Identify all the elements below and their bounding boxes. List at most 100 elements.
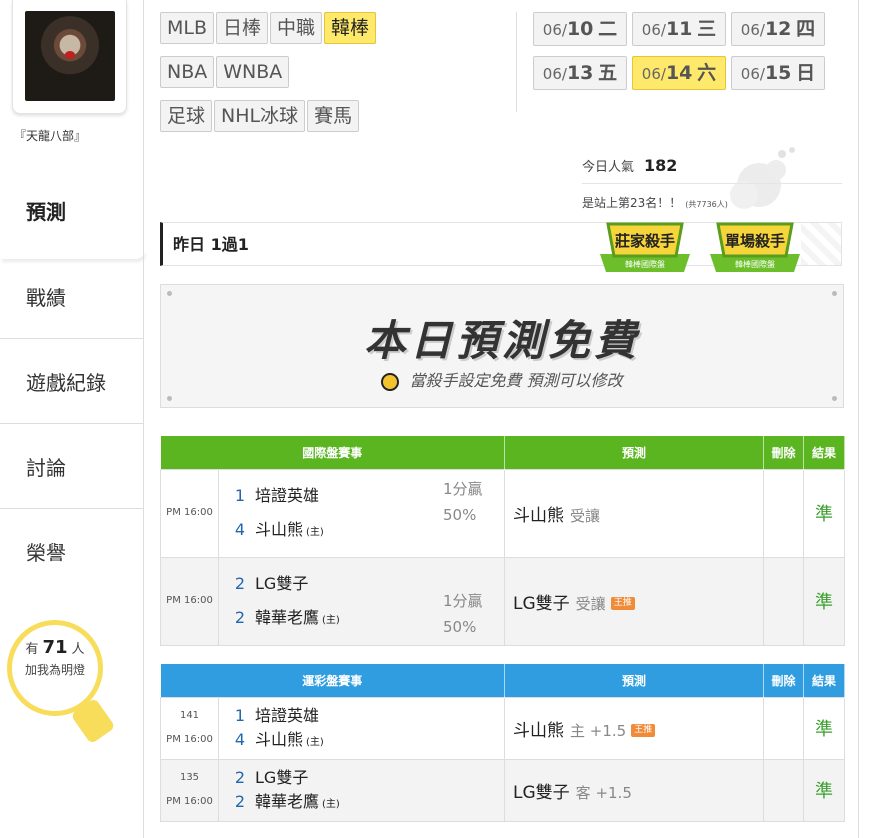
host-marker: (主): [322, 615, 340, 626]
delete-cell: [763, 696, 805, 760]
category-tab[interactable]: MLB: [160, 12, 215, 44]
delete-cell: [763, 556, 805, 646]
date-month: 06/: [740, 65, 765, 83]
badge-single-killer[interactable]: 單場殺手 韓棒國際盤: [704, 210, 806, 278]
category-tab[interactable]: 足球: [160, 100, 213, 132]
badge-title: 莊家殺手: [615, 232, 675, 250]
rank-text: 是站上第23名！！: [582, 196, 682, 210]
match-time: PM 16:00: [166, 734, 213, 745]
team-name[interactable]: 培證英雄: [255, 706, 319, 725]
date-month: 06/: [542, 65, 567, 83]
date-tab[interactable]: 06/13 五: [533, 56, 627, 90]
date-day: 11: [665, 18, 693, 40]
category-tab[interactable]: NHL冰球: [214, 100, 306, 132]
prediction-cell: 斗山熊主 +1.5 王推: [504, 696, 765, 760]
free-title: 本日預測免費: [363, 316, 640, 365]
delete-cell: [763, 468, 805, 558]
category-tab[interactable]: WNBA: [216, 56, 290, 88]
screw-icon: [167, 396, 172, 401]
date-weekday: 三: [697, 18, 717, 40]
date-weekday: 六: [697, 62, 717, 84]
result-cell: 準: [803, 556, 846, 646]
coin-icon: [381, 372, 400, 391]
result-cell: 準: [803, 696, 846, 760]
date-tab[interactable]: 06/12 四: [731, 12, 825, 46]
prediction-cell: LG雙子客 +1.5: [504, 758, 765, 822]
follow-lightbulb[interactable]: 有 71 人 加我為明燈: [7, 620, 116, 745]
king-pick-badge: 王推: [610, 597, 635, 610]
team-name[interactable]: 斗山熊: [255, 520, 303, 539]
badge-subtitle: 韓棒國際盤: [735, 259, 775, 269]
sidebar-nav: 預測 戰績 遊戲紀錄 討論 榮譽: [0, 168, 144, 593]
nav-item-record[interactable]: 戰績: [0, 253, 143, 338]
date-weekday: 二: [598, 18, 618, 40]
screw-icon: [832, 396, 837, 401]
avatar-card[interactable]: [12, 0, 127, 114]
spread-percent: 50%: [443, 617, 477, 636]
lottery-header-event: 運彩盤賽事: [160, 664, 506, 697]
category-tabs: MLB 日棒 中職 韓棒 NBA WNBA 足球 NHL冰球 賽馬: [160, 12, 450, 144]
host-marker: (主): [322, 799, 340, 810]
category-tab[interactable]: NBA: [160, 56, 215, 88]
team-name[interactable]: 斗山熊: [255, 730, 303, 749]
lottery-table: 運彩盤賽事 預測 刪除 結果 141 PM 16:00 1 培證英雄 4 斗山熊 (主) 斗山…: [160, 664, 846, 822]
host-marker: (主): [306, 737, 324, 748]
free-subtitle: 當殺手設定免費 預測可以修改: [409, 371, 623, 390]
nav-item-discussion[interactable]: 討論: [0, 423, 143, 508]
pick-team: 斗山熊: [513, 720, 565, 741]
team-name[interactable]: LG雙子: [255, 768, 308, 787]
pick-type: 受讓: [575, 594, 606, 613]
category-tab[interactable]: 賽馬: [307, 100, 360, 132]
nav-item-predict[interactable]: 預測: [0, 168, 144, 259]
screw-icon: [167, 291, 172, 296]
nav-item-honor[interactable]: 榮譽: [0, 508, 143, 593]
table-row: PM 16:00 1 培證英雄 4 斗山熊 (主) 1分贏 50% 斗山熊 受讓準: [160, 468, 846, 558]
badge-banker-killer[interactable]: 莊家殺手 韓棒國際盤: [594, 210, 696, 278]
divider: [582, 183, 842, 184]
match-teams: 1 培證英雄 4 斗山熊 (主) 1分贏 50%: [217, 468, 506, 558]
popularity-today: 今日人氣 182: [582, 156, 677, 175]
free-prediction-banner: 本日預測免費 當殺手設定免費 預測可以修改: [160, 284, 844, 408]
stripe-decoration: [801, 223, 841, 265]
category-tab[interactable]: 中職: [270, 12, 323, 44]
lottery-header-pick: 預測: [504, 664, 765, 697]
table-row: 135 PM 16:00 2 LG雙子 2 韓華老鷹 (主) LG雙子客 +1.5 準: [160, 758, 846, 822]
team-name[interactable]: 培證英雄: [255, 486, 319, 505]
category-tab[interactable]: 日棒: [216, 12, 269, 44]
sidebar: 『天龍八部』 預測 戰績 遊戲紀錄 討論 榮譽 有 71 人 加我為明燈: [0, 0, 144, 838]
date-tab[interactable]: 06/11 三: [632, 12, 726, 46]
date-tab[interactable]: 06/15 日: [731, 56, 825, 90]
match-time: PM 16:00: [160, 468, 219, 558]
avatar[interactable]: [25, 11, 115, 101]
match-id: 135: [179, 772, 200, 783]
team-score: 1: [234, 706, 246, 725]
team-score: 4: [234, 520, 246, 539]
team-name[interactable]: LG雙子: [255, 574, 308, 593]
king-pick-badge: 王推: [631, 724, 656, 737]
intl-header-delete: 刪除: [763, 436, 805, 469]
date-weekday: 日: [796, 62, 816, 84]
date-tab[interactable]: 06/14 六: [632, 56, 726, 90]
intl-table: 國際盤賽事 預測 刪除 結果 PM 16:00 1 培證英雄 4 斗山熊 (主) 1分贏 50…: [160, 436, 846, 646]
table-row: 141 PM 16:00 1 培證英雄 4 斗山熊 (主) 斗山熊主 +1.5 王推準: [160, 696, 846, 760]
free-subtitle-line: 當殺手設定免費 預測可以修改: [161, 367, 843, 391]
match-teams: 2 LG雙子 2 韓華老鷹 (主): [217, 758, 506, 822]
badge-title: 單場殺手: [725, 232, 785, 250]
team-name[interactable]: 韓華老鷹: [255, 608, 319, 627]
category-tab[interactable]: 韓棒: [324, 12, 377, 44]
intl-header-pick: 預測: [504, 436, 765, 469]
team-score: 2: [234, 768, 246, 787]
prediction-cell: LG雙子 受讓 王推: [504, 556, 765, 646]
team-name[interactable]: 韓華老鷹: [255, 792, 319, 811]
date-tab[interactable]: 06/10 二: [533, 12, 627, 46]
username[interactable]: 『天龍八部』: [0, 127, 100, 144]
spread-line: 1分贏: [443, 591, 483, 610]
popularity-value: 182: [644, 156, 678, 175]
match-id: 141: [179, 710, 200, 721]
nav-item-game-history[interactable]: 遊戲紀錄: [0, 338, 143, 423]
pick-type: 客 +1.5: [575, 783, 632, 802]
date-day: 12: [764, 18, 792, 40]
match-teams: 2 LG雙子 2 韓華老鷹 (主) 1分贏 50%: [217, 556, 506, 646]
date-month: 06/: [740, 21, 765, 39]
pick-team: LG雙子: [513, 782, 570, 803]
